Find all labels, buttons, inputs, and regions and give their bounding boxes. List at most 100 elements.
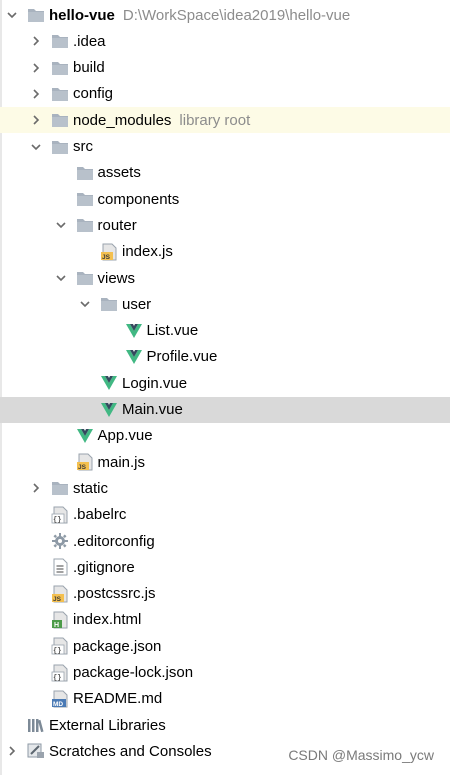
json-file-icon: {} xyxy=(51,506,69,524)
tree-row-src[interactable]: src xyxy=(0,134,450,160)
tree-row-app-vue[interactable]: App.vue xyxy=(0,423,450,449)
chevron-right-icon[interactable] xyxy=(28,28,44,54)
tree-row-hello-vue[interactable]: hello-vue D:\WorkSpace\idea2019\hello-vue xyxy=(0,2,450,28)
chevron-right-icon[interactable] xyxy=(28,55,44,81)
folder-icon xyxy=(51,479,69,497)
tree-row-package-lock-json[interactable]: {} package-lock.json xyxy=(0,660,450,686)
no-chevron xyxy=(77,239,93,265)
tree-row-readme-md[interactable]: MD README.md xyxy=(0,686,450,712)
tree-item-label: .postcssrc.js xyxy=(73,585,156,603)
chevron-right-icon[interactable] xyxy=(28,81,44,107)
no-chevron xyxy=(28,581,44,607)
tree-item-label: README.md xyxy=(73,690,163,708)
no-chevron xyxy=(28,607,44,633)
js-file-icon: JS xyxy=(100,243,118,261)
folder-icon xyxy=(51,111,69,129)
tree-item-label: components xyxy=(97,190,180,208)
tree-row-editorconfig[interactable]: .editorconfig xyxy=(0,528,450,554)
tree-row-index-html[interactable]: Hindex.html xyxy=(0,607,450,633)
tree-row-babelrc[interactable]: {} .babelrc xyxy=(0,502,450,528)
tree-row-gitignore[interactable]: .gitignore xyxy=(0,554,450,580)
tree-row-build[interactable]: build xyxy=(0,55,450,81)
chevron-right-icon[interactable] xyxy=(4,738,20,764)
tree-row-profile-vue[interactable]: Profile.vue xyxy=(0,344,450,370)
svg-text:{}: {} xyxy=(53,674,61,682)
tree-item-label: Login.vue xyxy=(122,374,188,392)
tree-item-label: config xyxy=(73,85,114,103)
svg-text:H: H xyxy=(54,622,59,629)
tree-row-login-vue[interactable]: Login.vue xyxy=(0,370,450,396)
no-chevron xyxy=(102,344,118,370)
svg-text:JS: JS xyxy=(78,464,87,471)
no-chevron xyxy=(28,660,44,686)
tree-row-node-modules[interactable]: node_modules library root xyxy=(0,107,450,134)
no-chevron xyxy=(53,423,69,449)
tree-item-label: App.vue xyxy=(97,427,153,445)
no-chevron xyxy=(77,397,93,423)
tree-row-main-js[interactable]: JS main.js xyxy=(0,449,450,475)
chevron-down-icon[interactable] xyxy=(4,2,20,28)
libraries-icon xyxy=(27,716,45,734)
folder-icon xyxy=(51,32,69,50)
scratches-icon xyxy=(27,742,45,760)
tree-row-components[interactable]: components xyxy=(0,186,450,212)
tree-row-external-libraries[interactable]: External Libraries xyxy=(0,712,450,738)
no-chevron xyxy=(4,712,20,738)
vue-file-icon xyxy=(76,427,94,445)
folder-icon xyxy=(100,295,118,313)
tree-item-label: src xyxy=(73,138,93,155)
chevron-down-icon[interactable] xyxy=(28,134,44,160)
tree-item-label: Scratches and Consoles xyxy=(49,742,212,760)
json-file-icon: {} xyxy=(51,664,69,682)
no-chevron xyxy=(28,528,44,554)
svg-text:MD: MD xyxy=(53,701,63,708)
tree-row-user[interactable]: user xyxy=(0,291,450,317)
chevron-right-icon[interactable] xyxy=(28,475,44,501)
tree-item-label: .idea xyxy=(73,32,106,50)
tree-item-label: views xyxy=(97,269,136,287)
folder-icon xyxy=(27,6,45,24)
tree-row-index-js[interactable]: JS index.js xyxy=(0,239,450,265)
chevron-right-icon[interactable] xyxy=(28,107,44,133)
tree-row-postcssrc-js[interactable]: JS .postcssrc.js xyxy=(0,581,450,607)
vue-file-icon xyxy=(100,374,118,392)
no-chevron xyxy=(53,160,69,186)
tree-item-label: hello-vue xyxy=(49,6,115,24)
chevron-down-icon[interactable] xyxy=(53,265,69,291)
folder-icon xyxy=(51,138,69,156)
folder-icon xyxy=(76,216,94,234)
tree-row-package-json[interactable]: {} package.json xyxy=(0,633,450,659)
svg-text:{}: {} xyxy=(53,516,61,524)
folder-icon xyxy=(51,59,69,77)
js-file-icon: JS xyxy=(51,585,69,603)
no-chevron xyxy=(53,186,69,212)
tree-item-label: main.js xyxy=(97,453,146,471)
chevron-down-icon[interactable] xyxy=(77,291,93,317)
no-chevron xyxy=(102,318,118,344)
tree-item-label: index.js xyxy=(122,243,173,261)
vue-file-icon xyxy=(125,348,143,366)
tree-row-idea[interactable]: .idea xyxy=(0,28,450,54)
no-chevron xyxy=(28,686,44,712)
chevron-down-icon[interactable] xyxy=(53,212,69,238)
tree-row-router[interactable]: router xyxy=(0,212,450,238)
project-path: D:\WorkSpace\idea2019\hello-vue xyxy=(122,6,351,24)
tree-item-label: .babelrc xyxy=(73,506,127,524)
tree-item-label: Profile.vue xyxy=(146,348,218,366)
folder-icon xyxy=(76,190,94,208)
tree-item-label: user xyxy=(122,295,152,313)
library-root-hint: library root xyxy=(179,111,251,129)
json-file-icon: {} xyxy=(51,637,69,655)
tree-row-static[interactable]: static xyxy=(0,475,450,501)
tree-item-label: List.vue xyxy=(146,322,199,340)
gear-icon xyxy=(51,532,69,550)
svg-text:JS: JS xyxy=(102,254,111,261)
no-chevron xyxy=(77,370,93,396)
tree-row-views[interactable]: views xyxy=(0,265,450,291)
tree-row-assets[interactable]: assets xyxy=(0,160,450,186)
tree-row-main-vue[interactable]: Main.vue xyxy=(0,396,450,423)
tree-row-config[interactable]: config xyxy=(0,81,450,107)
vue-file-icon xyxy=(125,322,143,340)
tree-row-list-vue[interactable]: List.vue xyxy=(0,318,450,344)
tree-item-label: .editorconfig xyxy=(73,532,155,550)
